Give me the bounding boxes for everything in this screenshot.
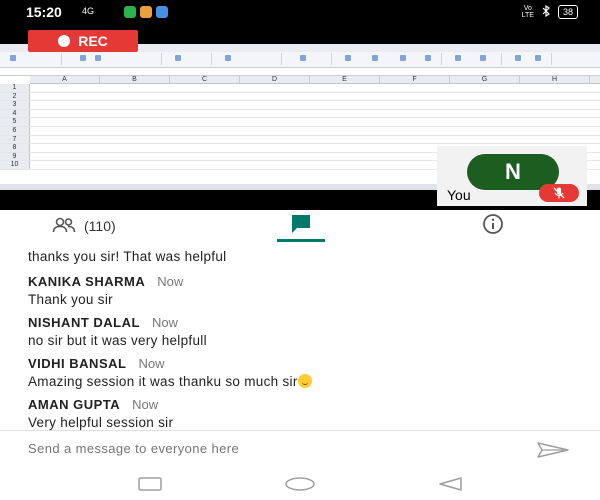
mic-muted-icon bbox=[539, 184, 579, 202]
message-input[interactable] bbox=[28, 441, 508, 456]
recording-indicator: REC bbox=[28, 30, 138, 52]
chat-message: KANIKA SHARMA Now Thank you sir bbox=[28, 274, 183, 307]
bluetooth-icon bbox=[542, 4, 550, 19]
smile-emoji-icon bbox=[297, 374, 312, 388]
status-right: Vo LTE 38 bbox=[521, 4, 578, 19]
volte-indicator: Vo LTE bbox=[521, 5, 534, 19]
tab-chat[interactable] bbox=[277, 210, 325, 242]
sender-name: NISHANT DALAL bbox=[28, 315, 140, 330]
chat-icon bbox=[290, 214, 312, 239]
message-composer bbox=[0, 430, 600, 468]
record-dot-icon bbox=[58, 35, 71, 47]
tab-info[interactable] bbox=[482, 210, 504, 242]
self-label: You bbox=[447, 187, 471, 203]
message-text: no sir but it was very helpfull bbox=[28, 333, 207, 348]
chat-message: NISHANT DALAL Now no sir but it was very… bbox=[28, 315, 207, 348]
people-icon bbox=[52, 217, 76, 236]
message-time: Now bbox=[138, 356, 165, 371]
battery-indicator: 38 bbox=[557, 5, 578, 19]
panel-tabs: (110) bbox=[0, 210, 600, 242]
chat-message-list[interactable]: thanks you sir! That was helpful KANIKA … bbox=[0, 242, 600, 430]
info-icon bbox=[482, 213, 504, 240]
notification-icons bbox=[124, 6, 168, 18]
sender-name: VIDHI BANSAL bbox=[28, 356, 127, 371]
clock: 15:20 bbox=[26, 4, 62, 20]
chat-message: VIDHI BANSAL Now Amazing session it was … bbox=[28, 356, 312, 389]
self-video-tile[interactable]: N You bbox=[437, 146, 587, 206]
sender-name: KANIKA SHARMA bbox=[28, 274, 146, 289]
column-headers: A B C D E F G H bbox=[30, 76, 600, 84]
app-icon bbox=[156, 6, 168, 18]
formula-bar bbox=[0, 68, 600, 76]
message-time: Now bbox=[157, 274, 184, 289]
message-time: Now bbox=[132, 397, 159, 412]
app-icon bbox=[140, 6, 152, 18]
chat-message: thanks you sir! That was helpful bbox=[28, 246, 226, 264]
back-button[interactable] bbox=[438, 477, 462, 496]
meeting-stage: A B C D E F G H 1 2 3 4 5 6 7 8 9 10 REC… bbox=[0, 26, 600, 210]
status-bar: 15:20 4G Vo LTE 38 bbox=[0, 0, 600, 26]
rec-label: REC bbox=[78, 33, 108, 49]
chat-message: AMAN GUPTA Now Very helpful session sir bbox=[28, 397, 173, 430]
home-button[interactable] bbox=[284, 477, 316, 496]
tab-people[interactable]: (110) bbox=[52, 210, 116, 242]
message-text: thanks you sir! That was helpful bbox=[28, 249, 227, 264]
network-type: 4G bbox=[82, 6, 95, 16]
whatsapp-icon bbox=[124, 6, 136, 18]
message-text: Thank you sir bbox=[28, 292, 113, 307]
recents-button[interactable] bbox=[138, 477, 162, 496]
participant-count: (110) bbox=[84, 218, 116, 234]
sender-name: AMAN GUPTA bbox=[28, 397, 121, 412]
system-nav-bar bbox=[0, 468, 600, 500]
send-icon[interactable] bbox=[536, 442, 570, 463]
message-text: Very helpful session sir bbox=[28, 415, 174, 430]
message-time: Now bbox=[151, 315, 178, 330]
message-text: Amazing session it was thanku so much si… bbox=[28, 374, 312, 389]
